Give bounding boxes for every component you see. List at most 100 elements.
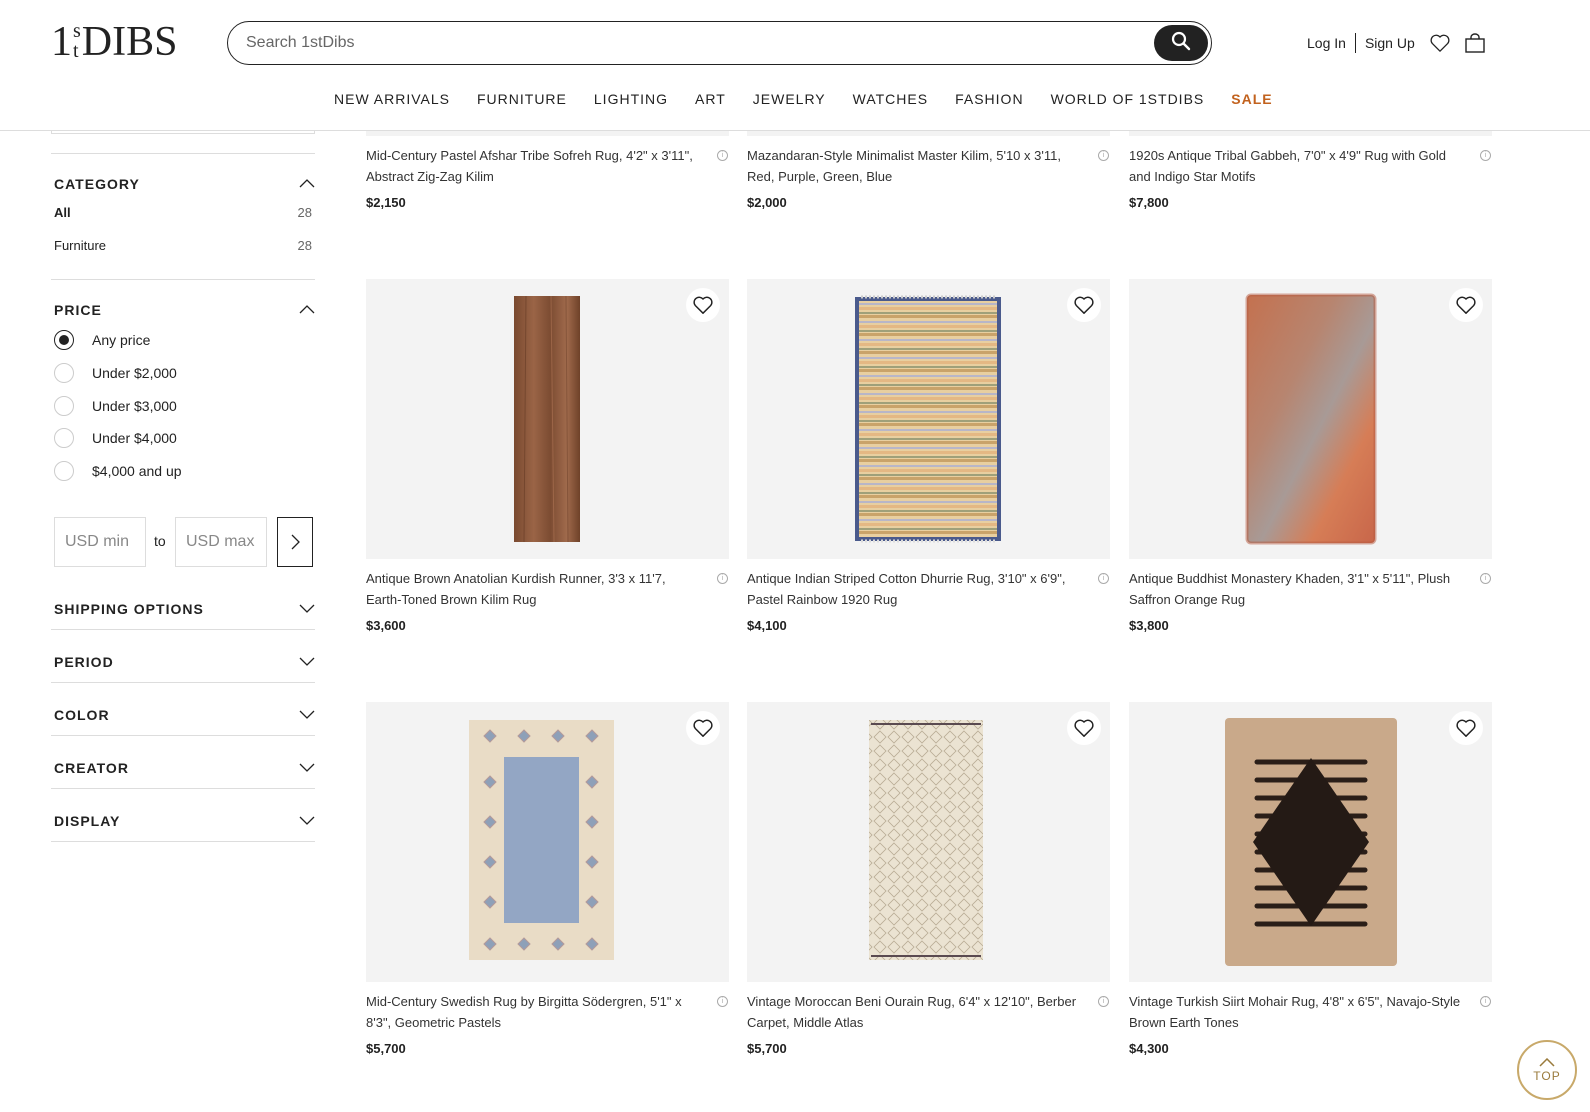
radio-button[interactable] bbox=[54, 461, 74, 481]
period-title[interactable]: PERIOD bbox=[54, 654, 114, 670]
category-item-furniture[interactable]: Furniture 28 bbox=[54, 238, 312, 253]
product-title[interactable]: Vintage Moroccan Beni Ourain Rug, 6'4" x… bbox=[747, 991, 1082, 1033]
info-icon[interactable]: i bbox=[1098, 573, 1109, 584]
range-to-label: to bbox=[154, 533, 166, 549]
product-image[interactable] bbox=[747, 702, 1110, 982]
price-option-under-3000[interactable]: Under $3,000 bbox=[54, 396, 177, 416]
nav-watches[interactable]: WATCHES bbox=[853, 88, 928, 110]
chevron-down-icon[interactable] bbox=[299, 816, 315, 826]
chevron-up-icon[interactable] bbox=[299, 304, 315, 314]
rug-image-saffron-khaden bbox=[1245, 293, 1377, 545]
info-icon[interactable]: i bbox=[1098, 150, 1109, 161]
price-option-label: Under $4,000 bbox=[92, 430, 177, 446]
price-option-label: Under $3,000 bbox=[92, 398, 177, 414]
heart-icon bbox=[693, 719, 713, 737]
favorite-button[interactable] bbox=[1067, 288, 1101, 322]
info-icon[interactable]: i bbox=[717, 150, 728, 161]
nav-lighting[interactable]: LIGHTING bbox=[594, 88, 668, 110]
chevron-up-icon[interactable] bbox=[299, 178, 315, 188]
auth-divider bbox=[1354, 33, 1356, 53]
apply-price-button[interactable] bbox=[277, 517, 313, 567]
product-price: $2,150 bbox=[366, 195, 406, 210]
creator-title[interactable]: CREATOR bbox=[54, 760, 129, 776]
color-title[interactable]: COLOR bbox=[54, 707, 110, 723]
search-input[interactable] bbox=[246, 22, 1126, 64]
product-price: $5,700 bbox=[747, 1041, 787, 1056]
info-icon[interactable]: i bbox=[1480, 996, 1491, 1007]
category-count: 28 bbox=[297, 205, 312, 220]
rug-image-brown-runner bbox=[514, 295, 580, 543]
favorite-button[interactable] bbox=[1449, 288, 1483, 322]
info-icon[interactable]: i bbox=[717, 573, 728, 584]
filter-input-stub bbox=[51, 131, 315, 134]
radio-button[interactable] bbox=[54, 428, 74, 448]
product-title[interactable]: Antique Buddhist Monastery Khaden, 3'1" … bbox=[1129, 568, 1464, 610]
price-title[interactable]: PRICE bbox=[54, 302, 102, 318]
product-price: $3,600 bbox=[366, 618, 406, 633]
category-item-all[interactable]: All 28 bbox=[54, 205, 312, 220]
display-title[interactable]: DISPLAY bbox=[54, 813, 120, 829]
product-title[interactable]: 1920s Antique Tribal Gabbeh, 7'0" x 4'9"… bbox=[1129, 145, 1464, 187]
top-label: TOP bbox=[1533, 1068, 1561, 1083]
nav-art[interactable]: ART bbox=[695, 88, 726, 110]
nav-fashion[interactable]: FASHION bbox=[955, 88, 1023, 110]
product-title[interactable]: Antique Brown Anatolian Kurdish Runner, … bbox=[366, 568, 701, 610]
rug-image-striped-dhurrie bbox=[855, 295, 1001, 543]
price-option-label: $4,000 and up bbox=[92, 463, 182, 479]
auth-links: Log In Sign Up bbox=[1307, 31, 1415, 55]
main-nav: NEW ARRIVALS FURNITURE LIGHTING ART JEWE… bbox=[0, 88, 1590, 110]
nav-sale[interactable]: SALE bbox=[1231, 88, 1272, 110]
product-image[interactable] bbox=[747, 279, 1110, 559]
bag-icon[interactable] bbox=[1463, 31, 1487, 55]
product-title[interactable]: Mid-Century Pastel Afshar Tribe Sofreh R… bbox=[366, 145, 701, 187]
heart-icon[interactable] bbox=[1428, 31, 1452, 55]
chevron-down-icon[interactable] bbox=[299, 657, 315, 667]
info-icon[interactable]: i bbox=[1480, 573, 1491, 584]
nav-new-arrivals[interactable]: NEW ARRIVALS bbox=[334, 88, 450, 110]
product-title[interactable]: Mid-Century Swedish Rug by Birgitta Söde… bbox=[366, 991, 701, 1033]
price-range: to bbox=[54, 517, 313, 567]
nav-world-of-1stdibs[interactable]: WORLD OF 1STDIBS bbox=[1051, 88, 1205, 110]
category-label: Furniture bbox=[54, 238, 107, 253]
rug-image-swedish-geometric bbox=[469, 720, 614, 960]
favorite-button[interactable] bbox=[1067, 711, 1101, 745]
usd-min-input[interactable] bbox=[54, 517, 146, 567]
product-price: $2,000 bbox=[747, 195, 787, 210]
product-title[interactable]: Vintage Turkish Siirt Mohair Rug, 4'8" x… bbox=[1129, 991, 1464, 1033]
favorite-button[interactable] bbox=[1449, 711, 1483, 745]
product-title[interactable]: Antique Indian Striped Cotton Dhurrie Ru… bbox=[747, 568, 1082, 610]
product-image[interactable] bbox=[366, 702, 729, 982]
product-image[interactable] bbox=[366, 279, 729, 559]
price-option-4000-up[interactable]: $4,000 and up bbox=[54, 461, 182, 481]
shipping-options-title[interactable]: SHIPPING OPTIONS bbox=[54, 601, 204, 617]
info-icon[interactable]: i bbox=[1480, 150, 1491, 161]
logo[interactable]: 1 st DIBS bbox=[51, 20, 178, 64]
chevron-down-icon[interactable] bbox=[299, 604, 315, 614]
nav-furniture[interactable]: FURNITURE bbox=[477, 88, 567, 110]
radio-button[interactable] bbox=[54, 330, 74, 350]
nav-jewelry[interactable]: JEWELRY bbox=[753, 88, 826, 110]
radio-button[interactable] bbox=[54, 363, 74, 383]
info-icon[interactable]: i bbox=[717, 996, 728, 1007]
back-to-top-button[interactable]: TOP bbox=[1517, 1040, 1577, 1100]
search-button[interactable] bbox=[1154, 25, 1208, 61]
product-image[interactable] bbox=[1129, 279, 1492, 559]
price-option-under-2000[interactable]: Under $2,000 bbox=[54, 363, 177, 383]
chevron-down-icon[interactable] bbox=[299, 763, 315, 773]
usd-max-input[interactable] bbox=[175, 517, 267, 567]
search-bar bbox=[227, 21, 1212, 65]
category-title[interactable]: CATEGORY bbox=[54, 176, 140, 192]
signup-link[interactable]: Sign Up bbox=[1365, 35, 1415, 51]
price-option-under-4000[interactable]: Under $4,000 bbox=[54, 428, 177, 448]
price-option-any[interactable]: Any price bbox=[54, 330, 150, 350]
product-image[interactable] bbox=[1129, 702, 1492, 982]
favorite-button[interactable] bbox=[686, 288, 720, 322]
divider bbox=[51, 788, 315, 789]
chevron-down-icon[interactable] bbox=[299, 710, 315, 720]
radio-button[interactable] bbox=[54, 396, 74, 416]
login-link[interactable]: Log In bbox=[1307, 35, 1346, 51]
product-title[interactable]: Mazandaran-Style Minimalist Master Kilim… bbox=[747, 145, 1082, 187]
info-icon[interactable]: i bbox=[1098, 996, 1109, 1007]
category-label: All bbox=[54, 205, 71, 220]
favorite-button[interactable] bbox=[686, 711, 720, 745]
